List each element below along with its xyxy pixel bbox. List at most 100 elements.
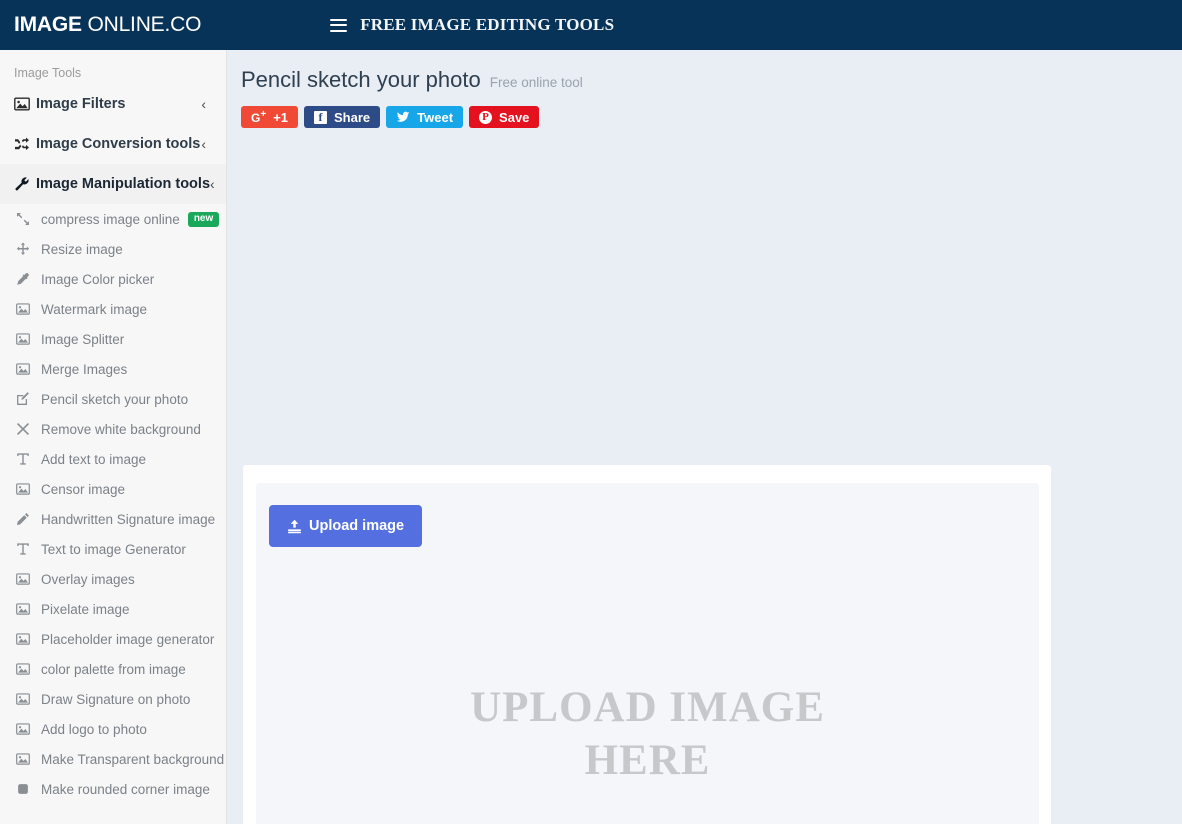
sidebar-tool-item[interactable]: Resize image <box>0 234 226 264</box>
sidebar-tool-item[interactable]: Pencil sketch your photo <box>0 384 226 414</box>
sidebar-tool-label: Overlay images <box>41 571 135 587</box>
wrench-icon <box>14 176 36 192</box>
image-icon <box>16 362 41 376</box>
main-content: Pencil sketch your photo Free online too… <box>227 50 1182 824</box>
image-icon <box>16 692 41 706</box>
sidebar-tool-item[interactable]: color palette from image <box>0 654 226 684</box>
navbar-title[interactable]: FREE IMAGE EDITING TOOLS <box>360 15 614 35</box>
sidebar-tool-item[interactable]: Merge Images <box>0 354 226 384</box>
share-button-pinterest[interactable]: P Save <box>469 106 540 128</box>
logo-text-secondary: ONLINE.CO <box>81 13 202 36</box>
sidebar-tool-item[interactable]: Make rounded corner image <box>0 774 226 804</box>
sidebar-group-2[interactable]: Image Manipulation tools ‹ <box>0 164 226 204</box>
sidebar-heading: Image Tools <box>14 66 82 80</box>
chevron-left-icon[interactable]: ‹ <box>201 97 216 111</box>
sidebar-group-list: Image Filters ‹ Image Conversion tools ‹ Ima… <box>0 84 226 204</box>
hamburger-icon[interactable] <box>330 18 348 32</box>
text-t-icon <box>16 452 41 466</box>
navbar-right-group: FREE IMAGE EDITING TOOLS <box>330 15 614 35</box>
share-button-twitter[interactable]: Tweet <box>386 106 464 128</box>
dropzone-placeholder: UPLOAD IMAGE HERE <box>256 681 1039 787</box>
sidebar-tool-item[interactable]: Image Color picker <box>0 264 226 294</box>
social-share-bar: G+ +1 f Share Tweet P Save <box>227 93 1182 128</box>
sidebar-tool-item[interactable]: Add logo to photo <box>0 714 226 744</box>
sidebar-tool-label: Resize image <box>41 241 123 257</box>
twitter-icon <box>396 110 410 124</box>
tool-card: Upload image UPLOAD IMAGE HERE <box>243 465 1051 824</box>
dropzone-placeholder-line2: HERE <box>584 737 711 784</box>
share-button-google-plus[interactable]: G+ +1 <box>241 106 299 128</box>
upload-icon <box>287 519 302 534</box>
sidebar-tool-item[interactable]: Make Transparent background <box>0 744 226 774</box>
sidebar-tool-item[interactable]: Overlay images <box>0 564 226 594</box>
sidebar-tool-item[interactable]: compress image online new <box>0 204 226 234</box>
pencil-icon <box>16 512 41 526</box>
image-icon <box>16 722 41 736</box>
upload-image-button[interactable]: Upload image <box>269 505 423 547</box>
share-button-label: Share <box>334 109 371 125</box>
upload-dropzone[interactable]: Upload image UPLOAD IMAGE HERE <box>256 483 1039 824</box>
upload-image-label: Upload image <box>309 518 405 534</box>
page-subtitle: Free online tool <box>489 75 583 90</box>
image-icon <box>16 662 41 676</box>
image-icon <box>16 602 41 616</box>
sidebar-tool-item[interactable]: Remove white background <box>0 414 226 444</box>
sidebar-tool-item[interactable]: Image Splitter <box>0 324 226 354</box>
sidebar-group-0[interactable]: Image Filters ‹ <box>0 84 226 124</box>
sidebar-tool-label: Placeholder image generator <box>41 631 215 647</box>
share-button-facebook[interactable]: f Share <box>304 106 381 128</box>
sidebar: Image Tools Image Filters ‹ Image Conversi… <box>0 50 227 824</box>
share-button-label: Tweet <box>417 109 454 125</box>
image-icon <box>16 572 41 586</box>
sidebar-tool-item[interactable]: Censor image <box>0 474 226 504</box>
new-badge: new <box>187 211 220 227</box>
google-plus-icon: G+ <box>251 109 267 125</box>
sidebar-tool-label: Add logo to photo <box>41 721 147 737</box>
eyedropper-icon <box>16 272 41 286</box>
sidebar-tool-label: Text to image Generator <box>41 541 186 557</box>
sidebar-tool-item[interactable]: Add text to image <box>0 444 226 474</box>
sidebar-tool-label: Image Splitter <box>41 331 125 347</box>
logo-text-primary: IMAGE <box>14 13 82 36</box>
top-navbar: IMAGE ONLINE.CO FREE IMAGE EDITING TOOLS <box>0 0 1182 50</box>
sidebar-group-label: Image Manipulation tools <box>36 176 211 192</box>
page-header: Pencil sketch your photo Free online too… <box>227 50 1182 93</box>
site-logo[interactable]: IMAGE ONLINE.CO <box>14 13 201 37</box>
sidebar-tool-label: Watermark image <box>41 301 148 317</box>
sidebar-tool-item[interactable]: Text to image Generator <box>0 534 226 564</box>
compress-icon <box>16 212 41 226</box>
sidebar-tool-label: Remove white background <box>41 421 201 437</box>
sidebar-group-label: Image Conversion tools <box>36 136 201 152</box>
shuffle-icon <box>14 136 36 152</box>
sidebar-group-label: Image Filters <box>36 96 126 112</box>
pinterest-icon: P <box>479 110 493 124</box>
chevron-left-icon[interactable]: ‹ <box>210 177 225 191</box>
image-icon <box>16 482 41 496</box>
sidebar-tool-label: Make Transparent background <box>41 751 225 767</box>
chevron-left-icon[interactable]: ‹ <box>201 137 216 151</box>
rounded-square-icon <box>16 782 41 796</box>
sidebar-tool-label: Pixelate image <box>41 601 130 617</box>
sidebar-tool-item[interactable]: Placeholder image generator <box>0 624 226 654</box>
sidebar-tool-item[interactable]: Draw Signature on photo <box>0 684 226 714</box>
sidebar-tool-label: Add text to image <box>41 451 147 467</box>
sidebar-tool-item[interactable]: Watermark image <box>0 294 226 324</box>
text-t-icon <box>16 542 41 556</box>
sidebar-tool-label: color palette from image <box>41 661 186 677</box>
image-icon <box>16 632 41 646</box>
facebook-icon: f <box>314 110 328 124</box>
sidebar-tool-label: Image Color picker <box>41 271 155 287</box>
sidebar-tool-label: Pencil sketch your photo <box>41 391 189 407</box>
arrows-move-icon <box>16 242 41 256</box>
sidebar-tool-label: Handwritten Signature image <box>41 511 216 527</box>
page-title: Pencil sketch your photo <box>241 67 481 92</box>
close-x-icon <box>16 422 41 436</box>
sidebar-tool-label: Make rounded corner image <box>41 781 210 797</box>
sidebar-tool-label: Censor image <box>41 481 126 497</box>
sidebar-tool-label: Draw Signature on photo <box>41 691 191 707</box>
sidebar-tool-label: Merge Images <box>41 361 128 377</box>
sidebar-group-1[interactable]: Image Conversion tools ‹ <box>0 124 226 164</box>
sidebar-tool-item[interactable]: Handwritten Signature image <box>0 504 226 534</box>
sidebar-tool-item[interactable]: Pixelate image <box>0 594 226 624</box>
image-icon <box>16 752 41 766</box>
